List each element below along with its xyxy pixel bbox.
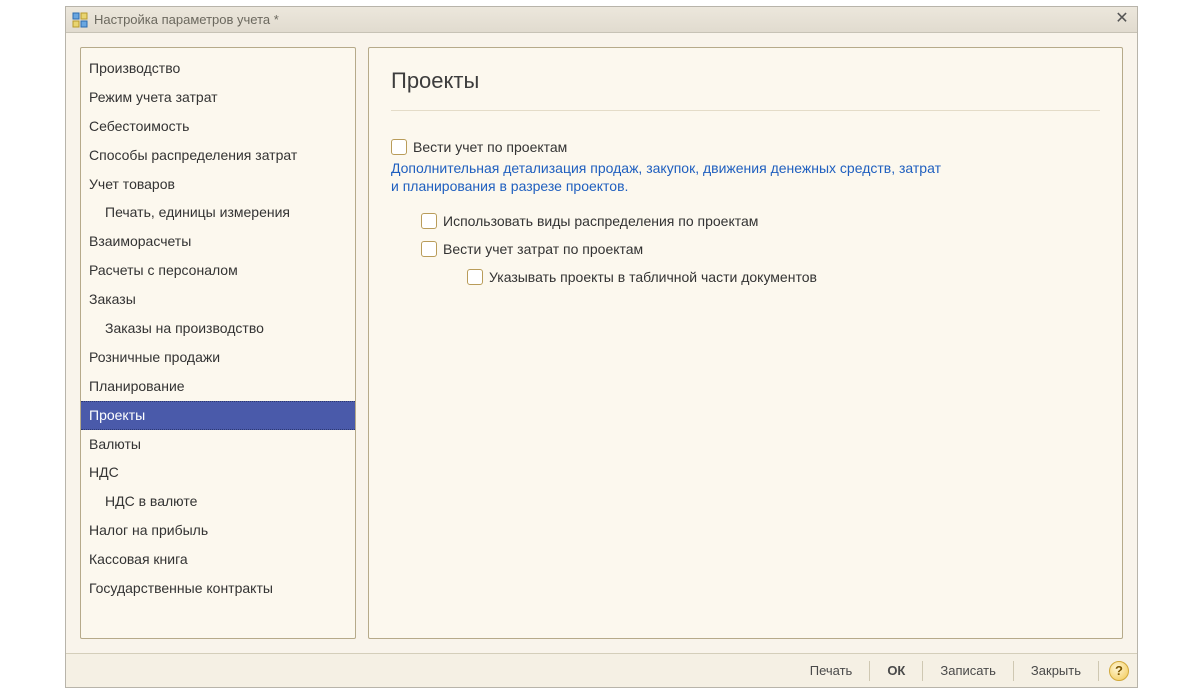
sidebar-item[interactable]: Учет товаров <box>81 170 355 199</box>
checkbox-specify-projects-table[interactable] <box>467 269 483 285</box>
sidebar-item[interactable]: Печать, единицы измерения <box>81 198 355 227</box>
sidebar-item[interactable]: НДС <box>81 458 355 487</box>
checkbox-track-projects[interactable] <box>391 139 407 155</box>
checkbox-label: Указывать проекты в табличной части доку… <box>489 269 817 285</box>
print-button[interactable]: Печать <box>799 659 864 682</box>
footer: Печать ОК Записать Закрыть ? <box>66 653 1137 687</box>
titlebar: Настройка параметров учета * ✕ <box>66 7 1137 33</box>
sidebar-item[interactable]: Себестоимость <box>81 112 355 141</box>
settings-window: Настройка параметров учета * ✕ Производс… <box>65 6 1138 688</box>
window-icon <box>72 12 88 28</box>
separator <box>1098 661 1099 681</box>
sidebar-item[interactable]: Планирование <box>81 372 355 401</box>
close-button[interactable]: Закрыть <box>1020 659 1092 682</box>
sidebar-item[interactable]: НДС в валюте <box>81 487 355 516</box>
save-button[interactable]: Записать <box>929 659 1007 682</box>
sidebar-item[interactable]: Валюты <box>81 430 355 459</box>
checkbox-distribution-types[interactable] <box>421 213 437 229</box>
content-panel: Проекты Вести учет по проектам Дополните… <box>368 47 1123 639</box>
checkbox-label: Вести учет по проектам <box>413 139 567 155</box>
sidebar-item[interactable]: Государственные контракты <box>81 574 355 603</box>
checkbox-track-costs[interactable] <box>421 241 437 257</box>
sidebar-item[interactable]: Способы распределения затрат <box>81 141 355 170</box>
sidebar-item[interactable]: Розничные продажи <box>81 343 355 372</box>
separator <box>922 661 923 681</box>
sidebar-item[interactable]: Налог на прибыль <box>81 516 355 545</box>
checkbox-label: Использовать виды распределения по проек… <box>443 213 758 229</box>
sidebar-item[interactable]: Заказы на производство <box>81 314 355 343</box>
separator <box>1013 661 1014 681</box>
sidebar-item[interactable]: Взаиморасчеты <box>81 227 355 256</box>
checkbox-label: Вести учет затрат по проектам <box>443 241 643 257</box>
sidebar-item[interactable]: Расчеты с персоналом <box>81 256 355 285</box>
sidebar-item[interactable]: Производство <box>81 54 355 83</box>
checkbox-row-track-costs: Вести учет затрат по проектам <box>421 241 1100 257</box>
sidebar-item[interactable]: Проекты <box>81 401 355 430</box>
body: ПроизводствоРежим учета затратСебестоимо… <box>66 33 1137 653</box>
hint-text: Дополнительная детализация продаж, закуп… <box>391 159 951 195</box>
help-button[interactable]: ? <box>1109 661 1129 681</box>
close-icon[interactable]: ✕ <box>1113 11 1131 29</box>
checkbox-row-track-projects: Вести учет по проектам <box>391 139 1100 155</box>
ok-button[interactable]: ОК <box>876 659 916 682</box>
separator <box>869 661 870 681</box>
checkbox-row-distribution-types: Использовать виды распределения по проек… <box>421 213 1100 229</box>
page-title: Проекты <box>391 68 1100 111</box>
sidebar-item[interactable]: Кассовая книга <box>81 545 355 574</box>
checkbox-row-specify-projects-table: Указывать проекты в табличной части доку… <box>467 269 1100 285</box>
sidebar: ПроизводствоРежим учета затратСебестоимо… <box>80 47 356 639</box>
window-title: Настройка параметров учета * <box>94 12 1113 27</box>
sidebar-item[interactable]: Режим учета затрат <box>81 83 355 112</box>
sidebar-item[interactable]: Заказы <box>81 285 355 314</box>
